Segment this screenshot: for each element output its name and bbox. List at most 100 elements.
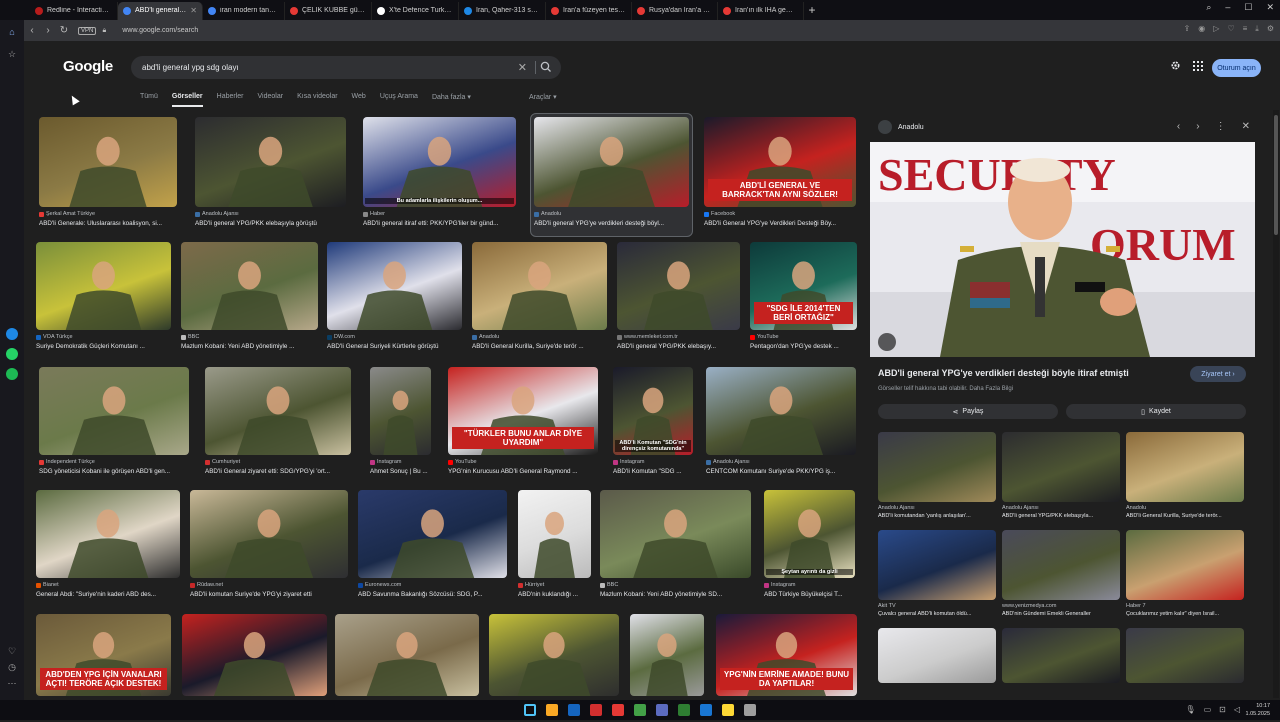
related-thumbnail[interactable] [878,432,996,502]
result-title[interactable]: General Abdi: "Suriye'nin kaderi ABD des… [36,591,192,598]
filter-tab[interactable]: Tümü [140,93,158,101]
result-thumbnail[interactable]: YPG'NİN EMRİNE AMADE! BUNU DA YAPTILAR! [716,614,857,696]
result-source[interactable]: Hürriyet [518,582,544,588]
clock[interactable]: 10:17 1.05.2025 [1246,702,1270,718]
result-title[interactable]: ABD'li general YPG/PKK elebaşıyla görüşt… [195,220,358,227]
result-thumbnail[interactable]: Bu adamlarla ilişkilerin oluşum... [363,117,516,207]
related-thumbnail[interactable] [878,628,996,683]
spreadsheet-icon[interactable] [678,704,690,716]
search-input[interactable] [142,63,502,72]
result-thumbnail[interactable] [181,242,318,330]
browser-tab[interactable]: Rusya'dan İran'a savaş uç [632,1,718,20]
related-source[interactable]: Anadolu Ajansı [1002,505,1039,511]
clear-search-icon[interactable]: ✕ [518,61,527,74]
related-thumbnail[interactable] [1126,628,1244,683]
image-result[interactable]: Şerkal Amat Türkiye ABD'li Generale: Ulus… [39,117,177,233]
result-thumbnail[interactable] [39,117,177,207]
scrollbar-thumb[interactable] [1274,115,1278,235]
result-thumbnail[interactable]: ABD'Lİ GENERAL VE BARRACK'TAN AYNI SÖZLE… [704,117,856,207]
image-result[interactable]: Bianet General Abdi: "Suriye'nin kaderi A… [36,490,180,604]
heart-icon[interactable]: ♡ [6,645,18,657]
vpn-badge[interactable]: VPN [78,26,97,35]
url-field[interactable]: www.google.com/search [122,27,198,34]
scrollbar[interactable] [1273,110,1279,698]
result-source[interactable]: www.memleket.com.tr [617,334,678,340]
more-icon[interactable]: ⋯ [6,677,18,689]
result-thumbnail[interactable] [205,367,351,455]
search-tabs-icon[interactable]: ⌕ [1206,2,1211,13]
mic-icon[interactable]: 🎙︎ [1185,705,1195,714]
related-thumbnail[interactable] [1126,530,1244,600]
browser-tab[interactable]: ABD'li general ypg sdg ol ✕ [118,1,203,20]
result-thumbnail[interactable] [190,490,348,578]
google-logo[interactable]: Google [63,58,113,75]
image-result[interactable]: Cumhuriyet ABD'li General ziyaret etti: S… [205,367,351,481]
browser-tab[interactable]: X'te Defence Turk: "Iran [372,1,459,20]
reload-button[interactable]: ↻ [56,25,72,36]
related-title[interactable]: ABD'li general YPG/PKK elebaşıyla... [1002,513,1124,519]
image-result[interactable]: Rûdaw.net ABD'li komutan Suriye'de YPG'yi… [190,490,348,604]
filter-tab[interactable]: Kısa videolar [297,93,337,101]
sign-in-button[interactable]: Oturum açın [1212,59,1261,77]
share-button[interactable]: ⋖ Paylaş [878,404,1058,419]
related-source[interactable]: Anadolu [1126,505,1146,511]
result-source[interactable]: Anadolu [472,334,499,340]
result-title[interactable]: CENTCOM Komutanı Suriye'de PKK/YPG iş... [706,468,868,475]
settings-icon[interactable] [744,704,756,716]
image-result[interactable]: ABD'li Komutan "SDG'nin dirençsiz komuta… [613,367,693,481]
bookmark-icon[interactable]: ☆ [6,48,18,60]
filter-tab[interactable]: Görseller [171,93,203,107]
result-title[interactable]: ABD'li General YPG'ye Verdikleri Desteği… [704,220,868,227]
result-thumbnail[interactable] [358,490,507,578]
result-source[interactable]: Şerkal Amat Türkiye [39,211,95,217]
result-title[interactable]: Ahmet Sonuç | Bu ... [370,468,443,475]
result-source[interactable]: Independent Türkçe [39,459,95,465]
result-thumbnail[interactable] [39,367,189,455]
result-thumbnail[interactable]: ABD'li Komutan "SDG'nin dirençsiz komuta… [613,367,693,455]
result-title[interactable]: ABD'li general itiraf etti: PKK/YPG'lile… [363,220,528,227]
result-title[interactable]: Suriye Demokratik Güçleri Komutanı ... [36,343,183,350]
image-result[interactable]: Instagram Ahmet Sonuç | Bu ... [370,367,431,481]
result-thumbnail[interactable]: Şeytan ayrıntı da gizli [764,490,855,578]
result-thumbnail[interactable] [472,242,607,330]
related-thumbnail[interactable] [1002,530,1120,600]
volume-icon[interactable]: ◁ [1234,705,1240,714]
result-source[interactable]: Instagram [764,582,795,588]
preview-image[interactable]: SECURITY ORUM [870,142,1255,357]
forward-button[interactable]: › [40,25,56,36]
network-icon[interactable]: ⊡ [1219,705,1226,714]
image-result[interactable]: Anadolu Ajansı ABD'li general YPG/PKK ele… [195,117,346,233]
result-thumbnail[interactable] [617,242,740,330]
apps-grid-icon[interactable] [1193,60,1203,71]
image-result[interactable]: BBC Mazlum Kobani: Yeni ABD yönetimiyle S… [600,490,751,604]
image-result[interactable]: VOA Türkçe Suriye Demokratik Güçleri Komu… [36,242,171,356]
result-source[interactable]: YouTube [750,334,779,340]
result-title[interactable]: ABD'li Komutan "SDG ... [613,468,705,475]
maximize-button[interactable]: ☐ [1244,2,1252,13]
browser-tab[interactable]: İran'a füzeyen teslim edi [546,1,632,20]
result-source[interactable]: Bianet [36,582,59,588]
image-result[interactable]: www.memleket.com.tr ABD'li general YPG/PK… [617,242,740,356]
more-options-icon[interactable]: ⋮ [1216,121,1226,132]
result-thumbnail[interactable]: ABD'DEN YPG İÇİN VANALARI AÇTI! TERÖRE A… [36,614,171,696]
related-thumbnail[interactable] [878,530,996,600]
browser-tab[interactable]: İran, Qaher-313 savaş uç [459,1,546,20]
result-title[interactable]: ABD'nin kuklandığı ... [518,591,603,598]
image-result[interactable]: BBC Mazlum Kobani: Yeni ABD yönetimiyle .… [181,242,318,356]
image-result[interactable]: "TÜRKLER BUNU ANLAR DİYE UYARDIM" YouTube… [448,367,598,481]
related-source[interactable]: Anadolu Ajansı [878,505,915,511]
result-thumbnail[interactable] [182,614,327,696]
result-title[interactable]: ABD'li Generale: Uluslararası koalisyon,… [39,220,189,227]
result-source[interactable]: Cumhuriyet [205,459,240,465]
discord-icon[interactable] [656,704,668,716]
filter-tab[interactable]: Daha fazla ▾ [432,93,471,101]
image-result[interactable]: "SDG İLE 2014'TEN BERİ ORTAĞIZ" YouTube Pe… [750,242,857,356]
result-title[interactable]: ABD'li General Suriyeli Kürtlerle görüşt… [327,343,474,350]
filter-tab[interactable]: Web [352,93,366,101]
minimize-button[interactable]: – [1225,2,1230,13]
result-title[interactable]: ABD'li general YPG/PKK elebaşıy... [617,343,752,350]
opera-icon[interactable] [590,704,602,716]
result-source[interactable]: BBC [600,582,618,588]
result-source[interactable]: VOA Türkçe [36,334,73,340]
related-title[interactable]: ABD'li komutandan 'yanlış anlaşılan'... [878,513,1000,519]
